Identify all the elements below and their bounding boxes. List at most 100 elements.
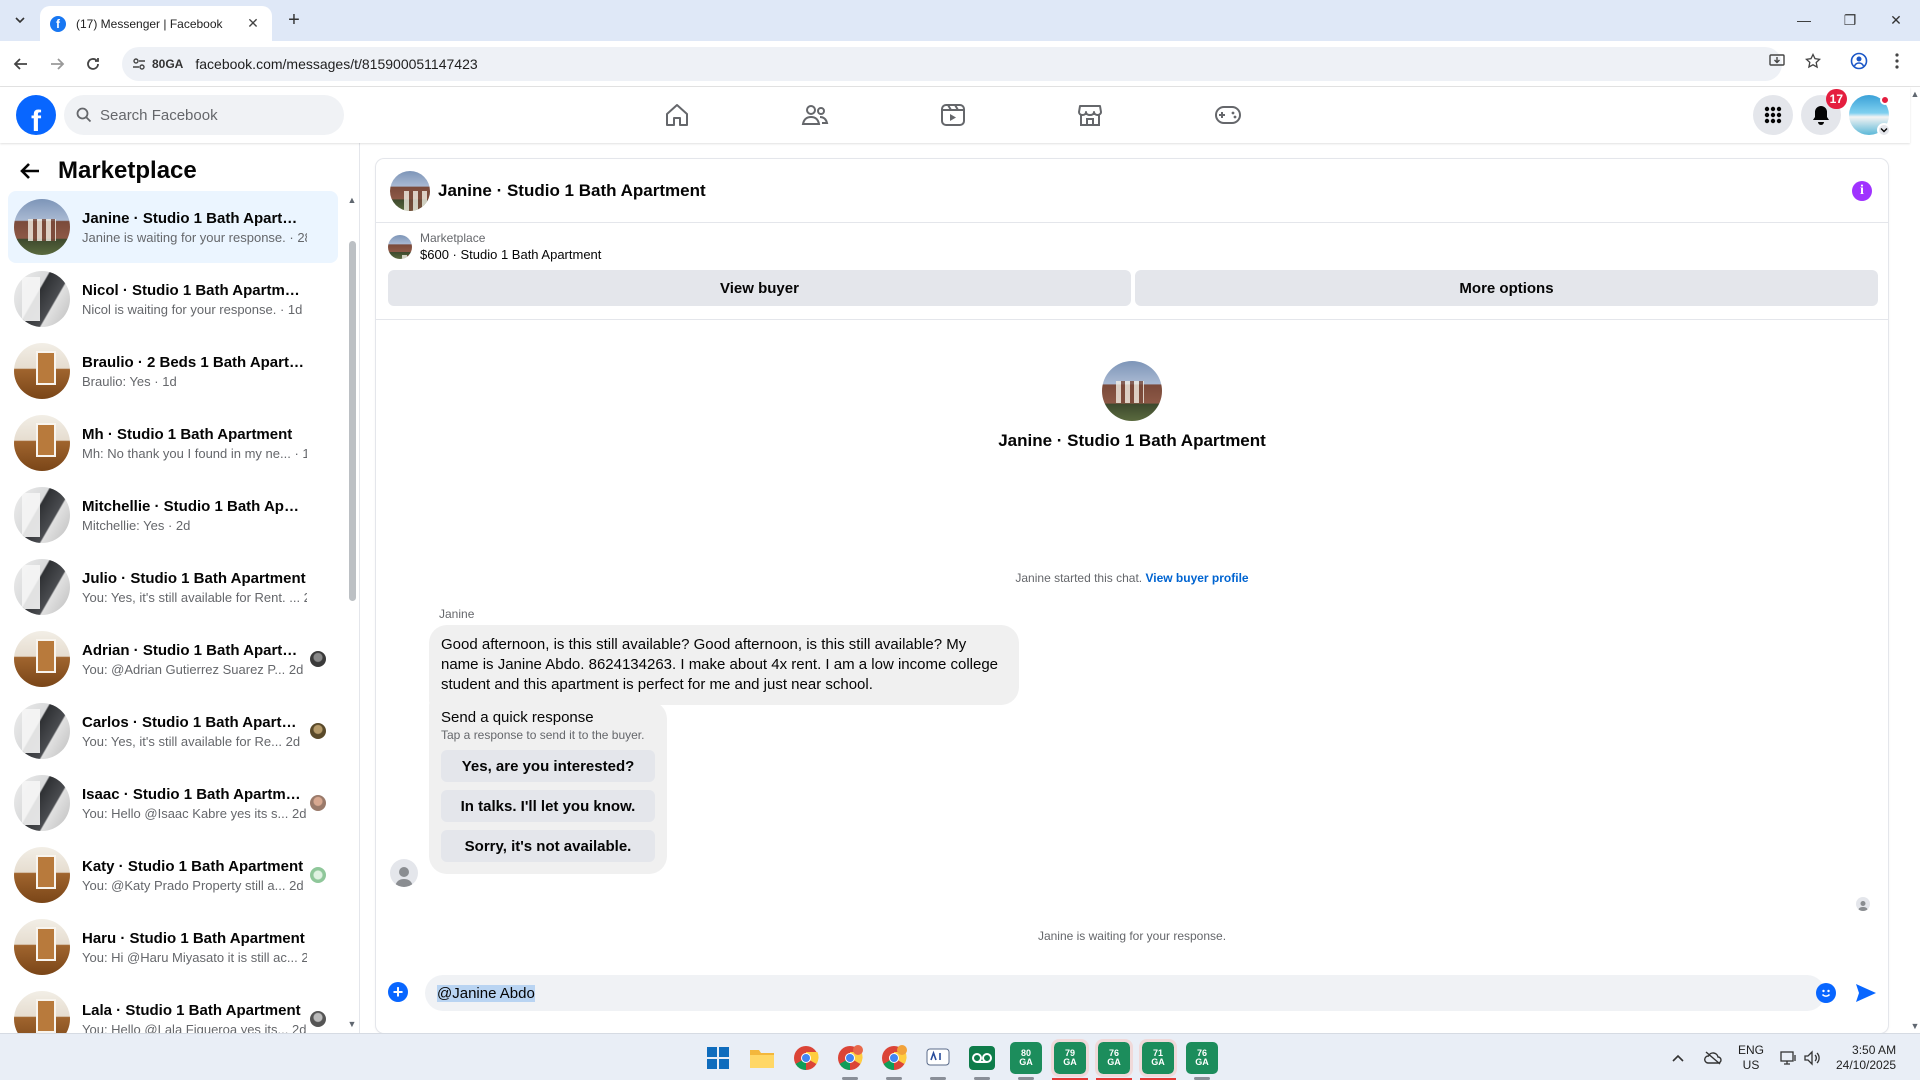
- info-icon[interactable]: i: [1852, 181, 1872, 201]
- start-menu-icon[interactable]: [702, 1042, 734, 1074]
- message-input[interactable]: @Janine Abdo: [425, 975, 1825, 1011]
- message-input-text[interactable]: @Janine Abdo: [437, 984, 535, 1002]
- conversation-item[interactable]: Katy · Studio 1 Bath Apartment You: @Katy…: [8, 839, 338, 911]
- minimize-button[interactable]: —: [1784, 8, 1824, 32]
- page-scroll-up-icon[interactable]: ▲: [1910, 89, 1920, 99]
- quick-reply-not-available[interactable]: Sorry, it's not available.: [441, 830, 655, 862]
- restore-button[interactable]: ❐: [1830, 8, 1870, 32]
- chat-title[interactable]: Janine · Studio 1 Bath Apartment: [438, 181, 706, 201]
- conversation-item[interactable]: Janine · Studio 1 Bath Apartment Janine i…: [8, 191, 338, 263]
- conversation-thumbnail: [14, 775, 70, 831]
- forward-button[interactable]: [44, 51, 70, 77]
- conversation-item[interactable]: Nicol · Studio 1 Bath Apartment Nicol is …: [8, 263, 338, 335]
- conversation-avatar[interactable]: [390, 170, 430, 211]
- nav-gaming[interactable]: [1172, 87, 1284, 143]
- nav-marketplace[interactable]: [1034, 87, 1146, 143]
- sender-avatar-icon[interactable]: [390, 859, 418, 887]
- conversation-name: Lala · Studio 1 Bath Apartment: [82, 1001, 301, 1019]
- nav-video[interactable]: [897, 87, 1009, 143]
- volume-icon[interactable]: [1804, 1034, 1822, 1080]
- view-buyer-button[interactable]: View buyer: [388, 270, 1131, 306]
- facebook-search[interactable]: [64, 95, 344, 135]
- tab-search-button[interactable]: [8, 8, 32, 32]
- incoming-message[interactable]: Good afternoon, is this still available?…: [429, 625, 1019, 705]
- add-attachment-icon[interactable]: +: [388, 982, 408, 1002]
- listing-price[interactable]: $600 · Studio 1 Bath Apartment: [420, 247, 601, 262]
- cloud-offline-icon[interactable]: [1704, 1034, 1722, 1080]
- network-icon[interactable]: [1780, 1034, 1798, 1080]
- page-scrollbar[interactable]: ▲ ▼: [1910, 87, 1920, 1033]
- conversation-preview: You: @Adrian Gutierrez Suarez P... 2d: [82, 661, 304, 677]
- facebook-logo-icon[interactable]: f: [16, 95, 56, 135]
- scroll-down-icon[interactable]: ▼: [347, 1019, 357, 1029]
- account-avatar[interactable]: [1849, 95, 1891, 137]
- ga-app-80-icon[interactable]: 80 GA: [1010, 1042, 1042, 1080]
- emoji-icon[interactable]: [1816, 983, 1836, 1003]
- profile-icon[interactable]: [1848, 50, 1870, 72]
- close-tab-icon[interactable]: ✕: [244, 15, 262, 32]
- site-info-chip[interactable]: 80GA: [132, 57, 195, 71]
- conversation-preview: Nicol is waiting for your response. · 1d: [82, 301, 303, 317]
- notifications-button[interactable]: 17: [1801, 89, 1847, 135]
- chrome-profile-b-icon[interactable]: [878, 1042, 910, 1080]
- back-arrow-icon[interactable]: [20, 162, 40, 180]
- conversation-thumbnail: [14, 703, 70, 759]
- reload-icon: [87, 58, 99, 70]
- menu-button[interactable]: [1753, 95, 1793, 135]
- ga-app-71-icon[interactable]: 71 GA: [1139, 1039, 1177, 1080]
- abc-app-icon[interactable]: [922, 1042, 954, 1080]
- conversation-preview: You: Hi @Haru Miyasato it is still ac...…: [82, 949, 307, 965]
- conversation-item[interactable]: Braulio · 2 Beds 1 Bath Apartment Braulio…: [8, 335, 338, 407]
- chrome-icon[interactable]: [790, 1042, 822, 1074]
- conversation-item[interactable]: Mh · Studio 1 Bath Apartment Mh: No thank…: [8, 407, 338, 479]
- conversation-item[interactable]: Adrian · Studio 1 Bath Apartm... You: @Ad…: [8, 623, 338, 695]
- more-options-button[interactable]: More options: [1135, 270, 1878, 306]
- reload-button[interactable]: [80, 51, 106, 77]
- conversation-item[interactable]: Julio · Studio 1 Bath Apartment You: Yes,…: [8, 551, 338, 623]
- marketplace-sidebar: Marketplace Janine · Studio 1 Bath Apart…: [0, 143, 360, 1033]
- sidebar-scroll-thumb[interactable]: [349, 241, 356, 601]
- page-scroll-down-icon[interactable]: ▼: [1910, 1021, 1920, 1031]
- close-window-button[interactable]: ✕: [1876, 8, 1916, 32]
- new-tab-button[interactable]: +: [282, 8, 306, 32]
- conversation-item[interactable]: Lala · Studio 1 Bath Apartment You: Hello…: [8, 983, 338, 1033]
- conversation-name: Isaac · Studio 1 Bath Apartment: [82, 785, 307, 803]
- chrome-profile-a-icon[interactable]: [834, 1042, 866, 1080]
- seen-avatar-icon: [310, 795, 326, 811]
- conversation-item[interactable]: Carlos · Studio 1 Bath Apartm... You: Yes…: [8, 695, 338, 767]
- seen-avatar-icon: [310, 723, 326, 739]
- url-text[interactable]: facebook.com/messages/t/815900051147423: [195, 56, 477, 72]
- ga-app-79-icon[interactable]: 79 GA: [1051, 1039, 1089, 1080]
- conversation-name: Nicol · Studio 1 Bath Apartment: [82, 281, 307, 299]
- conversation-item[interactable]: Isaac · Studio 1 Bath Apartment You: Hell…: [8, 767, 338, 839]
- send-icon[interactable]: [1854, 981, 1878, 1005]
- browser-menu-icon[interactable]: [1886, 50, 1908, 72]
- ga-app-76-icon[interactable]: 76 GA: [1095, 1039, 1133, 1080]
- conversation-name: Katy · Studio 1 Bath Apartment: [82, 857, 304, 875]
- language-indicator[interactable]: ENG US: [1738, 1034, 1764, 1080]
- browser-toolbar: 80GA facebook.com/messages/t/81590005114…: [0, 41, 1920, 87]
- browser-tab-messenger[interactable]: f (17) Messenger | Facebook ✕: [40, 6, 272, 41]
- back-button[interactable]: [8, 51, 34, 77]
- install-app-icon[interactable]: [1766, 50, 1788, 72]
- listing-thumbnail[interactable]: [388, 234, 412, 259]
- ga-app-76b-icon[interactable]: 76 GA: [1186, 1042, 1218, 1080]
- intro-avatar[interactable]: [1102, 361, 1162, 421]
- file-explorer-icon[interactable]: [746, 1042, 778, 1074]
- scroll-up-icon[interactable]: ▲: [347, 195, 357, 205]
- conversation-item[interactable]: Mitchellie · Studio 1 Bath Apart... Mitch…: [8, 479, 338, 551]
- nav-home[interactable]: [621, 87, 733, 143]
- clock[interactable]: 3:50 AM 24/10/2025: [1836, 1034, 1896, 1080]
- nav-friends[interactable]: [759, 87, 871, 143]
- voicemail-app-icon[interactable]: [966, 1042, 998, 1080]
- quick-reply-yes[interactable]: Yes, are you interested?: [441, 750, 655, 782]
- search-input[interactable]: [100, 106, 320, 124]
- bookmark-star-icon[interactable]: [1802, 50, 1824, 72]
- conversation-name: Mitchellie · Studio 1 Bath Apart...: [82, 497, 307, 515]
- conversation-item[interactable]: Haru · Studio 1 Bath Apartment You: Hi @H…: [8, 911, 338, 983]
- quick-reply-in-talks[interactable]: In talks. I'll let you know.: [441, 790, 655, 822]
- tray-chevron-icon[interactable]: [1672, 1034, 1684, 1080]
- chevron-down-icon: [15, 17, 25, 24]
- view-buyer-profile-link[interactable]: View buyer profile: [1145, 571, 1248, 585]
- address-bar[interactable]: 80GA facebook.com/messages/t/81590005114…: [122, 47, 1782, 81]
